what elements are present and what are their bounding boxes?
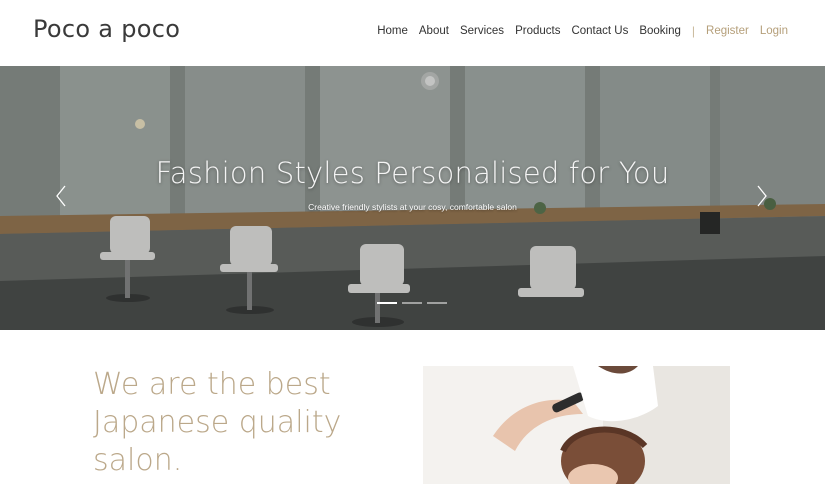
about-heading: We are the best Japanese quality salon. <box>93 367 342 478</box>
carousel-indicator-2[interactable] <box>402 302 422 304</box>
hero-subtitle: Creative friendly stylists at your cosy,… <box>308 202 517 212</box>
nav-about[interactable]: About <box>419 25 449 37</box>
stylist-photo <box>423 366 730 484</box>
nav-products[interactable]: Products <box>515 25 560 37</box>
brand-logo[interactable]: Poco a poco <box>33 15 180 43</box>
login-link[interactable]: Login <box>760 25 788 37</box>
main-nav: Home About Services Products Contact Us … <box>377 24 788 38</box>
carousel-indicator-3[interactable] <box>427 302 447 304</box>
hero-title: Fashion Styles Personalised for You <box>155 156 670 190</box>
hero-overlay <box>0 66 825 330</box>
nav-separator: | <box>691 24 696 38</box>
register-link[interactable]: Register <box>706 25 749 37</box>
carousel-next-button[interactable] <box>755 184 769 208</box>
site-header: Poco a poco Home About Services Products… <box>0 0 825 66</box>
chevron-right-icon <box>757 185 767 207</box>
nav-services[interactable]: Services <box>460 25 504 37</box>
chevron-left-icon <box>56 185 66 207</box>
nav-home[interactable]: Home <box>377 25 408 37</box>
carousel-indicator-1[interactable] <box>377 302 397 304</box>
hero-carousel: Fashion Styles Personalised for You Crea… <box>0 66 825 330</box>
stylist-drying-hair-image <box>423 366 730 484</box>
carousel-indicators <box>377 302 447 304</box>
nav-booking[interactable]: Booking <box>639 25 681 37</box>
carousel-prev-button[interactable] <box>54 184 68 208</box>
nav-contact-us[interactable]: Contact Us <box>571 25 628 37</box>
